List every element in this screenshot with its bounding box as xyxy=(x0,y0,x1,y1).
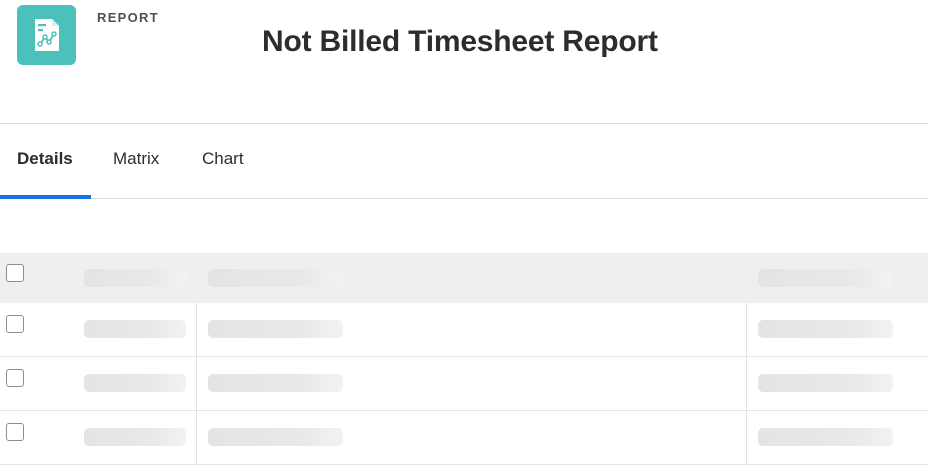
view-tabs: Details Matrix Chart xyxy=(0,124,928,199)
report-chart-icon xyxy=(17,5,76,65)
table-row xyxy=(0,303,928,357)
loading-placeholder xyxy=(84,428,186,446)
table-row xyxy=(0,357,928,411)
report-type-label: REPORT xyxy=(97,10,159,25)
table-row xyxy=(0,411,928,465)
page-title: Not Billed Timesheet Report xyxy=(262,25,658,58)
loading-placeholder xyxy=(758,374,893,392)
loading-placeholder xyxy=(84,374,186,392)
row-checkbox[interactable] xyxy=(6,369,24,387)
loading-placeholder xyxy=(208,320,343,338)
loading-placeholder xyxy=(208,428,343,446)
select-all-checkbox[interactable] xyxy=(6,264,24,282)
row-checkbox[interactable] xyxy=(6,423,24,441)
tab-details[interactable]: Details xyxy=(17,124,73,198)
loading-placeholder xyxy=(758,428,893,446)
loading-placeholder xyxy=(84,320,186,338)
loading-placeholder xyxy=(758,320,893,338)
loading-placeholder xyxy=(208,269,343,287)
tab-matrix[interactable]: Matrix xyxy=(113,124,159,198)
loading-placeholder xyxy=(758,269,893,287)
row-checkbox[interactable] xyxy=(6,315,24,333)
loading-placeholder xyxy=(84,269,186,287)
page-header: REPORT Not Billed Timesheet Report xyxy=(0,0,928,124)
tab-chart[interactable]: Chart xyxy=(202,124,244,198)
table-header-row xyxy=(0,253,928,303)
active-tab-indicator xyxy=(0,195,91,199)
loading-placeholder xyxy=(208,374,343,392)
report-table xyxy=(0,253,928,465)
